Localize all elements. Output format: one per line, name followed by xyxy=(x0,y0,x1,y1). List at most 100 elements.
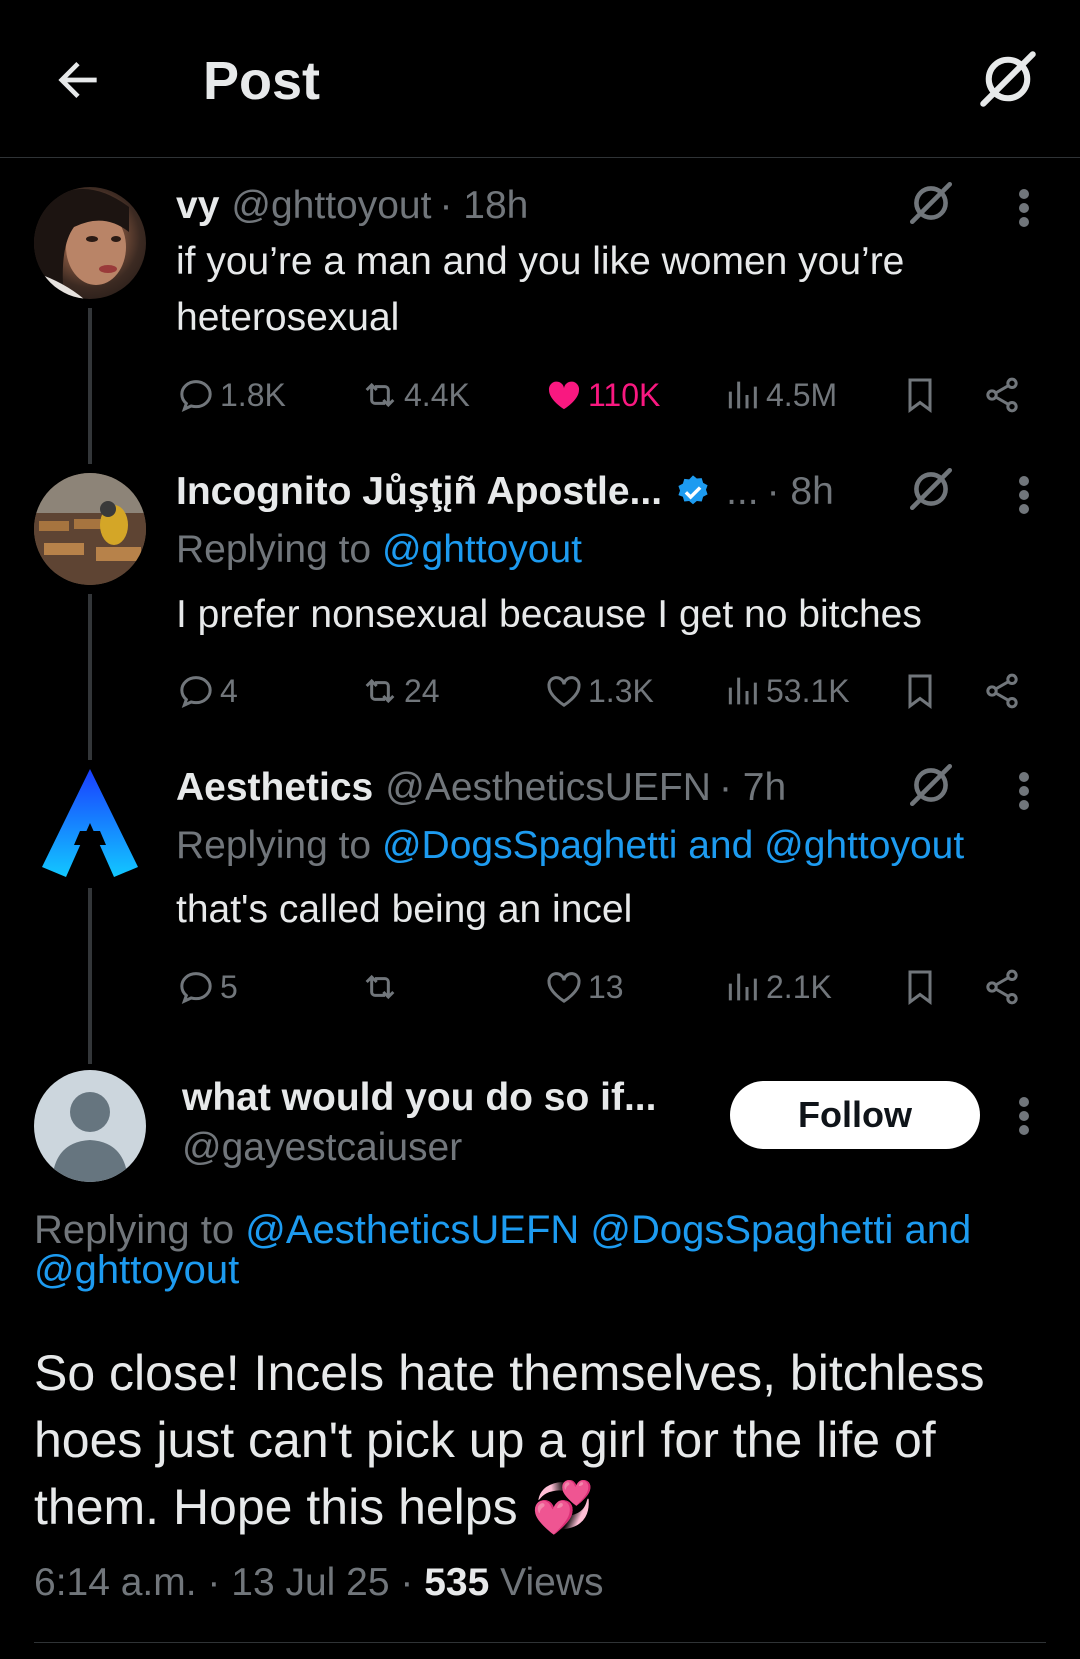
views-icon xyxy=(728,381,757,409)
repost-button[interactable]: 24 xyxy=(360,667,440,715)
timestamp[interactable]: 6:14 a.m. xyxy=(34,1561,197,1604)
display-name[interactable]: Incognito Jůşţįñ Apostle... xyxy=(176,470,662,514)
mention-link[interactable]: @ghttoyout xyxy=(382,528,582,571)
action-bar: 1.8K 4.4K 110K 4.5M xyxy=(176,371,1036,419)
views-count: 535 xyxy=(424,1561,490,1604)
tweet-meta: 6:14 a.m. · 13 Jul 25 · 535 Views xyxy=(34,1561,603,1605)
repost-button[interactable]: 4.4K xyxy=(360,371,470,419)
page-title: Post xyxy=(203,51,321,111)
replying-to: Replying to @ghttoyout xyxy=(176,528,582,572)
verified-badge-icon xyxy=(678,475,708,505)
handle[interactable]: @gayestcaiuser xyxy=(182,1126,462,1170)
reply-icon xyxy=(180,380,212,413)
default-avatar-icon xyxy=(52,1092,128,1182)
share-icon[interactable] xyxy=(982,371,1022,419)
grok-icon[interactable] xyxy=(906,178,956,228)
grok-icon[interactable] xyxy=(906,464,956,514)
heart-icon xyxy=(547,972,581,1003)
tweet-header: vy @ghttoyout · 18h xyxy=(176,180,528,232)
reply-button[interactable]: 5 xyxy=(176,963,238,1011)
replying-to: Replying to @DogsSpaghetti and @ghttoyou… xyxy=(176,824,964,868)
tweet-text: that's called being an incel xyxy=(176,888,633,931)
more-options-icon[interactable] xyxy=(1014,188,1034,228)
reply-button[interactable]: 4 xyxy=(176,667,238,715)
views-count: 4.5M xyxy=(766,376,838,413)
reply-icon xyxy=(180,972,212,1005)
arrow-left-icon[interactable] xyxy=(50,52,106,108)
views-label: Views xyxy=(500,1561,604,1604)
reply-count: 1.8K xyxy=(220,376,286,413)
avatar[interactable] xyxy=(34,473,146,585)
replying-to-label: Replying to xyxy=(176,824,382,867)
reply-icon xyxy=(180,676,212,709)
reply-count: 4 xyxy=(220,672,238,709)
repost-icon xyxy=(365,974,395,1000)
views-button[interactable]: 2.1K xyxy=(722,963,832,1011)
more-options-icon[interactable] xyxy=(1014,771,1034,811)
like-button[interactable]: 110K xyxy=(544,371,660,419)
timestamp[interactable]: · 18h xyxy=(439,184,528,228)
reply-count: 5 xyxy=(220,968,238,1005)
grok-icon[interactable] xyxy=(975,46,1041,112)
display-name[interactable]: what would you do so if... xyxy=(182,1076,656,1120)
share-icon[interactable] xyxy=(982,963,1022,1011)
repost-count: 4.4K xyxy=(404,376,470,413)
like-count: 1.3K xyxy=(588,672,654,709)
tweet-text: if you’re a man and you like women you’r… xyxy=(176,240,905,339)
timestamp[interactable]: · 8h xyxy=(767,470,834,514)
logo-a xyxy=(42,769,138,877)
tweet-header: Aesthetics @AestheticsUEFN · 7h xyxy=(176,762,786,814)
action-bar: 5 13 2.1K xyxy=(176,963,1036,1011)
date[interactable]: 13 Jul 25 xyxy=(231,1561,389,1604)
thread-line xyxy=(88,308,92,464)
heart-icon xyxy=(547,676,581,707)
grok-icon[interactable] xyxy=(906,760,956,810)
tweet-text: So close! Incels hate themselves, bitchl… xyxy=(34,1340,1044,1541)
mention-link[interactable]: @DogsSpaghetti and @ghttoyout xyxy=(382,824,964,867)
like-button[interactable]: 13 xyxy=(544,963,624,1011)
views-count: 2.1K xyxy=(766,968,832,1005)
two-hearts-emoji: 💞 xyxy=(531,1479,594,1535)
more-options-icon[interactable] xyxy=(1014,475,1034,515)
top-bar: Post xyxy=(0,0,1080,158)
bookmark-icon[interactable] xyxy=(900,371,940,419)
separator: · xyxy=(389,1561,425,1604)
reply-button[interactable]: 1.8K xyxy=(176,371,286,419)
heart-filled-icon xyxy=(548,381,580,410)
avatar[interactable] xyxy=(34,767,146,879)
views-button[interactable]: 53.1K xyxy=(722,667,850,715)
views-button[interactable]: 4.5M xyxy=(722,371,837,419)
repost-icon xyxy=(365,382,395,408)
like-count: 13 xyxy=(588,968,624,1005)
handle[interactable]: @ghttoyout xyxy=(231,184,431,228)
display-name[interactable]: vy xyxy=(176,184,219,228)
views-icon xyxy=(728,677,757,705)
handle[interactable]: @AestheticsUEFN xyxy=(385,766,711,810)
repost-count: 24 xyxy=(404,672,440,709)
display-name[interactable]: Aesthetics xyxy=(176,766,373,810)
share-icon[interactable] xyxy=(982,667,1022,715)
follow-button[interactable]: Follow xyxy=(730,1081,980,1149)
replying-to: Replying to @AestheticsUEFN @DogsSpaghet… xyxy=(34,1210,1044,1290)
handle-row: @gayestcaiuser xyxy=(182,1122,462,1174)
thread-line xyxy=(88,594,92,760)
avatar[interactable] xyxy=(34,187,146,299)
avatar[interactable] xyxy=(34,1070,146,1182)
thread-line xyxy=(88,888,92,1064)
like-button[interactable]: 1.3K xyxy=(544,667,654,715)
timestamp[interactable]: · 7h xyxy=(719,766,786,810)
views-count: 53.1K xyxy=(766,672,850,709)
replying-to-label: Replying to xyxy=(176,528,382,571)
repost-button[interactable] xyxy=(360,963,404,1011)
replying-to-label: Replying to xyxy=(34,1208,246,1252)
tweet-body: So close! Incels hate themselves, bitchl… xyxy=(34,1345,985,1535)
separator: · xyxy=(196,1561,232,1604)
bookmark-icon[interactable] xyxy=(900,667,940,715)
action-bar: 4 24 1.3K 53.1K xyxy=(176,667,1036,715)
more-options-icon[interactable] xyxy=(1014,1096,1034,1136)
bookmark-icon[interactable] xyxy=(900,963,940,1011)
divider xyxy=(34,1642,1046,1643)
tweet-header: Incognito Jůşţįñ Apostle... ... · 8h xyxy=(176,466,834,518)
tweet-text: I prefer nonsexual because I get no bitc… xyxy=(176,593,922,636)
handle[interactable]: ... xyxy=(726,470,759,514)
